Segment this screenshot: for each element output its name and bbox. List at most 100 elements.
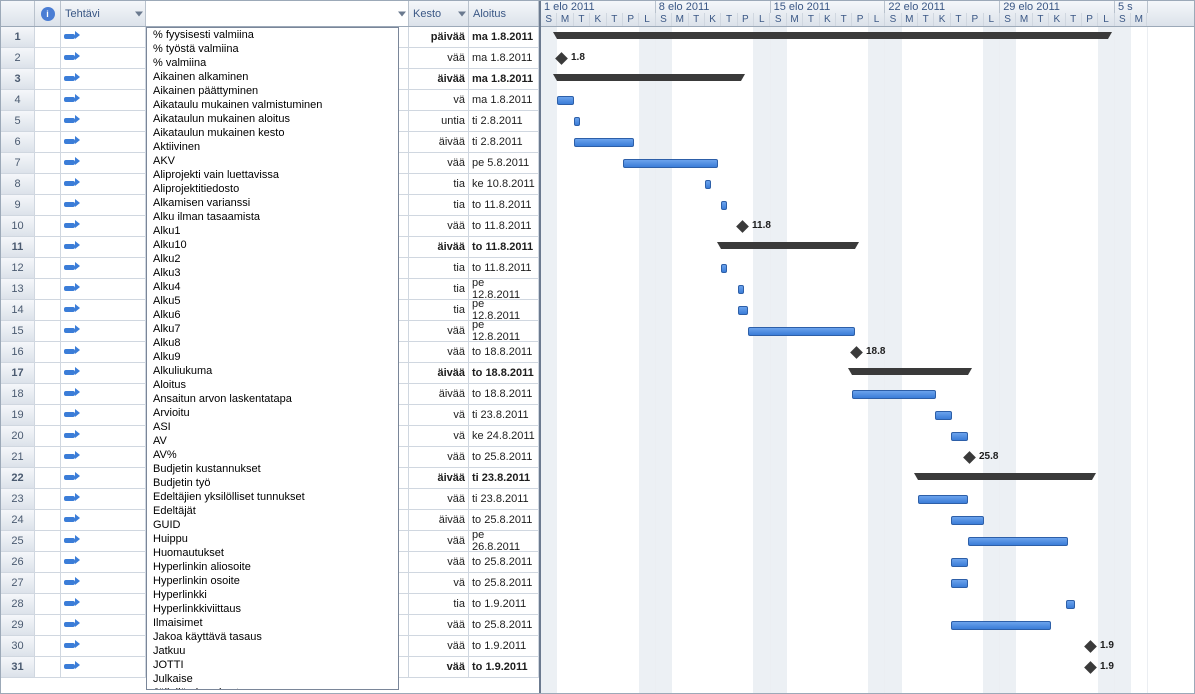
- dropdown-item[interactable]: % valmiina: [147, 56, 398, 70]
- row-number[interactable]: 16: [1, 342, 35, 362]
- row-duration-cell[interactable]: tia: [409, 300, 469, 320]
- row-number[interactable]: 13: [1, 279, 35, 299]
- row-start-cell[interactable]: to 25.8.2011: [469, 447, 539, 467]
- row-duration-cell[interactable]: vää: [409, 447, 469, 467]
- dropdown-item[interactable]: Alku3: [147, 266, 398, 280]
- row-number[interactable]: 14: [1, 300, 35, 320]
- row-number[interactable]: 23: [1, 489, 35, 509]
- row-start-cell[interactable]: ke 24.8.2011: [469, 426, 539, 446]
- row-start-cell[interactable]: ma 1.8.2011: [469, 48, 539, 68]
- name-filter-input[interactable]: [146, 3, 396, 24]
- row-number[interactable]: 21: [1, 447, 35, 467]
- row-duration-cell[interactable]: vää: [409, 531, 469, 551]
- row-start-cell[interactable]: ma 1.8.2011: [469, 90, 539, 110]
- dropdown-item[interactable]: Aktiivinen: [147, 140, 398, 154]
- header-duration-column[interactable]: Kesto: [409, 1, 469, 26]
- gantt-task-bar[interactable]: [721, 264, 727, 273]
- row-start-cell[interactable]: ma 1.8.2011: [469, 27, 539, 47]
- row-number[interactable]: 30: [1, 636, 35, 656]
- gantt-task-bar[interactable]: [557, 96, 574, 105]
- dropdown-item[interactable]: Julkaise: [147, 672, 398, 686]
- gantt-task-bar[interactable]: [1066, 600, 1075, 609]
- row-start-cell[interactable]: to 18.8.2011: [469, 384, 539, 404]
- gantt-summary-bar[interactable]: [721, 242, 855, 249]
- gantt-milestone[interactable]: [1084, 640, 1097, 653]
- row-start-cell[interactable]: pe 5.8.2011: [469, 153, 539, 173]
- row-duration-cell[interactable]: vää: [409, 321, 469, 341]
- dropdown-item[interactable]: AV: [147, 434, 398, 448]
- gantt-task-bar[interactable]: [574, 138, 634, 147]
- gantt-task-bar[interactable]: [951, 579, 968, 588]
- row-number[interactable]: 20: [1, 426, 35, 446]
- dropdown-item[interactable]: % fyysisesti valmiina: [147, 28, 398, 42]
- row-duration-cell[interactable]: vä: [409, 90, 469, 110]
- row-number[interactable]: 7: [1, 153, 35, 173]
- row-number[interactable]: 12: [1, 258, 35, 278]
- gantt-summary-bar[interactable]: [557, 74, 741, 81]
- row-start-cell[interactable]: to 11.8.2011: [469, 258, 539, 278]
- row-duration-cell[interactable]: tia: [409, 258, 469, 278]
- dropdown-item[interactable]: Ilmaisimet: [147, 616, 398, 630]
- gantt-task-bar[interactable]: [852, 390, 936, 399]
- dropdown-item[interactable]: Edeltäjät: [147, 504, 398, 518]
- row-start-cell[interactable]: pe 26.8.2011: [469, 531, 539, 551]
- gantt-milestone[interactable]: [1084, 661, 1097, 674]
- row-start-cell[interactable]: to 11.8.2011: [469, 237, 539, 257]
- row-duration-cell[interactable]: vää: [409, 489, 469, 509]
- header-rownum[interactable]: [1, 1, 35, 26]
- row-start-cell[interactable]: ti 23.8.2011: [469, 489, 539, 509]
- dropdown-item[interactable]: Alku10: [147, 238, 398, 252]
- row-duration-cell[interactable]: tia: [409, 195, 469, 215]
- dropdown-item[interactable]: Aikainen alkaminen: [147, 70, 398, 84]
- row-number[interactable]: 24: [1, 510, 35, 530]
- header-name-column[interactable]: [146, 1, 409, 26]
- row-duration-cell[interactable]: äivää: [409, 510, 469, 530]
- row-number[interactable]: 4: [1, 90, 35, 110]
- row-number[interactable]: 5: [1, 111, 35, 131]
- dropdown-item[interactable]: % työstä valmiina: [147, 42, 398, 56]
- dropdown-item[interactable]: Huomautukset: [147, 546, 398, 560]
- row-duration-cell[interactable]: vää: [409, 48, 469, 68]
- dropdown-item[interactable]: Alku9: [147, 350, 398, 364]
- row-number[interactable]: 27: [1, 573, 35, 593]
- row-number[interactable]: 6: [1, 132, 35, 152]
- row-number[interactable]: 29: [1, 615, 35, 635]
- row-number[interactable]: 22: [1, 468, 35, 488]
- dropdown-item[interactable]: Alku8: [147, 336, 398, 350]
- dropdown-item[interactable]: Hyperlinkin osoite: [147, 574, 398, 588]
- row-duration-cell[interactable]: vää: [409, 657, 469, 677]
- row-duration-cell[interactable]: vää: [409, 342, 469, 362]
- row-number[interactable]: 15: [1, 321, 35, 341]
- gantt-task-bar[interactable]: [951, 432, 968, 441]
- dropdown-item[interactable]: Aikataulun mukainen aloitus: [147, 112, 398, 126]
- row-start-cell[interactable]: to 1.9.2011: [469, 657, 539, 677]
- row-number[interactable]: 11: [1, 237, 35, 257]
- gantt-summary-bar[interactable]: [557, 32, 1108, 39]
- row-start-cell[interactable]: to 18.8.2011: [469, 363, 539, 383]
- gantt-summary-bar[interactable]: [918, 473, 1092, 480]
- gantt-task-bar[interactable]: [968, 537, 1068, 546]
- row-number[interactable]: 28: [1, 594, 35, 614]
- row-duration-cell[interactable]: untia: [409, 111, 469, 131]
- row-start-cell[interactable]: pe 12.8.2011: [469, 300, 539, 320]
- gantt-task-bar[interactable]: [748, 327, 855, 336]
- gantt-task-bar[interactable]: [574, 117, 580, 126]
- dropdown-item[interactable]: GUID: [147, 518, 398, 532]
- row-start-cell[interactable]: ti 2.8.2011: [469, 111, 539, 131]
- gantt-chart[interactable]: 1.811.818.825.81.91.9: [541, 27, 1194, 693]
- dropdown-item[interactable]: Aliprojekti vain luettavissa: [147, 168, 398, 182]
- row-number[interactable]: 1: [1, 27, 35, 47]
- row-number[interactable]: 9: [1, 195, 35, 215]
- row-start-cell[interactable]: to 1.9.2011: [469, 636, 539, 656]
- dropdown-item[interactable]: Alku7: [147, 322, 398, 336]
- dropdown-item[interactable]: Hyperlinkin aliosoite: [147, 560, 398, 574]
- row-duration-cell[interactable]: vä: [409, 405, 469, 425]
- row-number[interactable]: 18: [1, 384, 35, 404]
- dropdown-item[interactable]: AKV: [147, 154, 398, 168]
- gantt-task-bar[interactable]: [623, 159, 718, 168]
- row-start-cell[interactable]: to 11.8.2011: [469, 216, 539, 236]
- dropdown-item[interactable]: Budjetin kustannukset: [147, 462, 398, 476]
- dropdown-item[interactable]: Jäljellä oleva kesto: [147, 686, 398, 690]
- dropdown-item[interactable]: Aloitus: [147, 378, 398, 392]
- gantt-task-bar[interactable]: [951, 516, 984, 525]
